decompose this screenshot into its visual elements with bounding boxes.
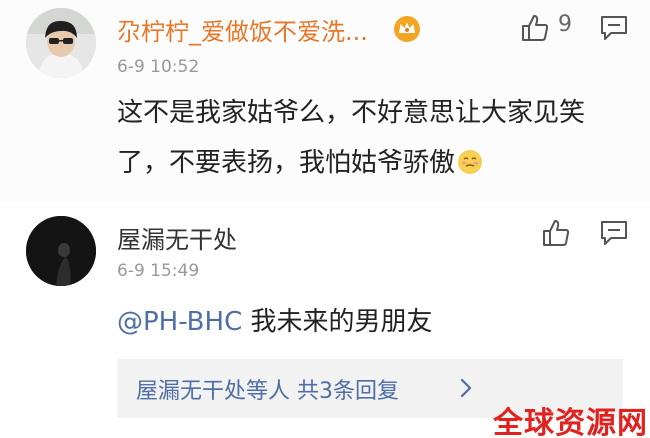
watermark: 全球资源网: [493, 406, 648, 438]
replies-summary-text: 屋漏无干处等人 共3条回复: [136, 379, 399, 404]
crown-badge-icon: [394, 16, 420, 42]
thumbs-up-icon[interactable]: [519, 12, 551, 44]
timestamp: 6-9 15:49: [117, 261, 200, 281]
avatar[interactable]: [26, 8, 96, 78]
username[interactable]: 尕柠柠_爱做饭不爱洗...: [117, 12, 368, 47]
like-count: 9: [558, 12, 572, 37]
thumbs-up-icon[interactable]: [540, 217, 572, 249]
user-mention-link[interactable]: @PH-BHC: [117, 307, 242, 337]
username[interactable]: 屋漏无干处: [117, 220, 237, 255]
reply-icon[interactable]: [599, 14, 629, 42]
comment-body: 我未来的男朋友: [242, 307, 433, 337]
smug-emoji-icon: [458, 150, 483, 174]
comment-item: 尕柠柠_爱做饭不爱洗... 6-9 10:52 这不是我家姑爷么，不好意思让大家…: [0, 0, 650, 202]
comment-body: 这不是我家姑爷么，不好意思让大家见笑了，不要表扬，我怕姑爷骄傲: [117, 98, 586, 178]
timestamp: 6-9 10:52: [117, 57, 200, 77]
avatar[interactable]: [26, 216, 96, 286]
comment-text: 这不是我家姑爷么，不好意思让大家见笑了，不要表扬，我怕姑爷骄傲: [117, 88, 627, 188]
comment-text: @PH-BHC 我未来的男朋友: [117, 297, 627, 347]
chevron-right-icon: [460, 378, 472, 398]
reply-icon[interactable]: [599, 219, 629, 247]
